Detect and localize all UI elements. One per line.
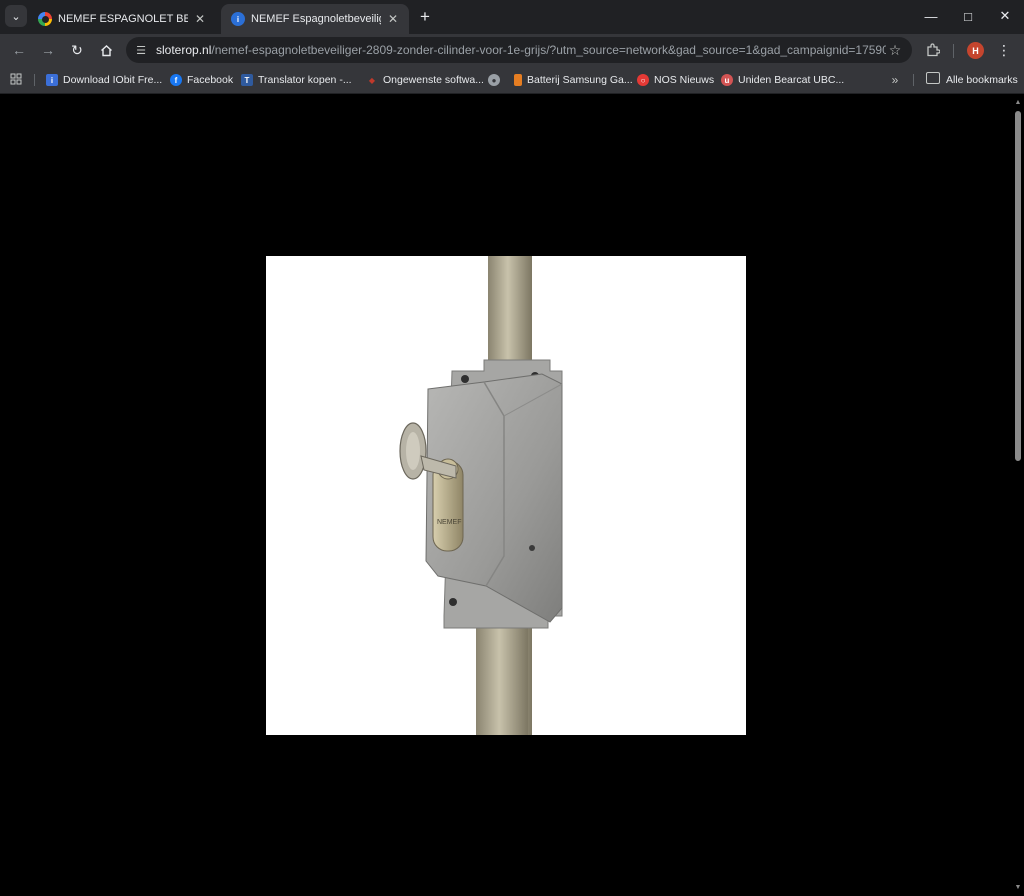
maximize-button[interactable]: □ bbox=[949, 0, 987, 32]
screw-hole bbox=[529, 545, 535, 551]
warning-icon: ◆ bbox=[368, 75, 376, 85]
site-icon: i bbox=[231, 12, 245, 26]
url-path: /nemef-espagnoletbeveiliger-2809-zonder-… bbox=[211, 43, 886, 57]
tab-title: NEMEF Espagnoletbeveiliger 1E bbox=[251, 13, 381, 25]
close-icon[interactable]: ✕ bbox=[385, 11, 401, 27]
folder-icon bbox=[926, 72, 940, 84]
uniden-icon: u bbox=[721, 74, 733, 86]
page-content: NEMEF bbox=[0, 95, 1012, 896]
toolbar-divider bbox=[953, 44, 954, 58]
bookmark-nos[interactable]: ○ NOS Nieuws bbox=[637, 70, 714, 90]
address-bar[interactable]: ☰ sloterop.nl/nemef-espagnoletbeveiliger… bbox=[126, 37, 912, 63]
tab-google-search[interactable]: NEMEF ESPAGNOLET BEVEILIGER ✕ bbox=[28, 4, 216, 34]
bookmark-label: Ongewenste softwa... bbox=[383, 74, 484, 86]
scroll-thumb[interactable] bbox=[1015, 111, 1021, 461]
bookmarks-divider bbox=[34, 74, 35, 86]
nos-icon: ○ bbox=[637, 74, 649, 86]
bookmark-label: NOS Nieuws bbox=[654, 74, 715, 86]
scrollbar[interactable]: ▲ ▼ bbox=[1012, 95, 1024, 896]
more-bookmarks-chevron-icon[interactable]: » bbox=[888, 72, 902, 88]
home-icon bbox=[100, 44, 112, 56]
scroll-up-icon[interactable]: ▲ bbox=[1014, 98, 1022, 106]
puzzle-icon bbox=[927, 43, 940, 57]
close-icon[interactable]: ✕ bbox=[192, 11, 208, 27]
screw-hole bbox=[449, 598, 457, 606]
globe-icon: ● bbox=[488, 74, 500, 86]
bookmark-ongewenste[interactable]: ◆ Ongewenste softwa... bbox=[366, 70, 484, 90]
new-tab-button[interactable]: + bbox=[414, 7, 436, 27]
espagnolet-lock-illustration: NEMEF bbox=[399, 256, 563, 735]
url-host: sloterop.nl bbox=[156, 43, 212, 57]
reload-icon: ↻ bbox=[71, 41, 83, 58]
reload-button[interactable]: ↻ bbox=[65, 38, 89, 62]
bookmark-uniden[interactable]: u Uniden Bearcat UBC... bbox=[721, 70, 844, 90]
iobit-icon: i bbox=[46, 74, 58, 86]
product-image[interactable]: NEMEF bbox=[266, 256, 746, 735]
menu-kebab-icon[interactable]: ⋮ bbox=[996, 40, 1012, 60]
bookmark-translator[interactable]: T Translator kopen -... bbox=[241, 70, 352, 90]
extensions-button[interactable] bbox=[924, 41, 942, 59]
bookmark-label: Facebook bbox=[187, 74, 234, 86]
site-info-icon[interactable]: ☰ bbox=[132, 44, 150, 57]
bookmarks-bar: i Download IObit Fre... f Facebook T Tra… bbox=[0, 66, 1024, 94]
window-close-button[interactable]: ✕ bbox=[986, 0, 1024, 32]
tab-strip: ⌄ NEMEF ESPAGNOLET BEVEILIGER ✕ i NEMEF … bbox=[0, 0, 1024, 34]
home-button[interactable] bbox=[94, 38, 118, 62]
bookmark-label: Translator kopen -... bbox=[258, 74, 352, 86]
bookmark-star-icon[interactable]: ☆ bbox=[886, 42, 904, 59]
minimize-button[interactable]: — bbox=[912, 0, 950, 32]
translator-icon: T bbox=[241, 74, 253, 86]
tab-search-button[interactable]: ⌄ bbox=[5, 5, 27, 27]
scroll-down-icon[interactable]: ▼ bbox=[1014, 883, 1022, 891]
screw-hole bbox=[461, 375, 469, 383]
profile-avatar[interactable]: H bbox=[967, 42, 984, 59]
url-text[interactable]: sloterop.nl/nemef-espagnoletbeveiliger-2… bbox=[156, 43, 886, 57]
google-icon bbox=[38, 12, 52, 26]
chevron-down-icon: ⌄ bbox=[11, 10, 21, 23]
bookmark-label: Uniden Bearcat UBC... bbox=[738, 74, 845, 86]
tab-product-page[interactable]: i NEMEF Espagnoletbeveiliger 1E ✕ bbox=[221, 4, 409, 34]
cylinder-engraving: NEMEF bbox=[437, 519, 462, 526]
toolbar: ← → ↻ ☰ sloterop.nl/nemef-espagnoletbeve… bbox=[0, 34, 1024, 66]
bookmark-facebook[interactable]: f Facebook bbox=[170, 70, 233, 90]
forward-button[interactable]: → bbox=[36, 38, 60, 62]
bookmark-label: Batterij Samsung Ga... bbox=[527, 74, 633, 86]
back-button[interactable]: ← bbox=[7, 38, 31, 62]
bookmark-iobit[interactable]: i Download IObit Fre... bbox=[46, 70, 162, 90]
battery-icon bbox=[514, 74, 522, 86]
tab-title: NEMEF ESPAGNOLET BEVEILIGER bbox=[58, 13, 188, 25]
bookmark-label: Download IObit Fre... bbox=[63, 74, 163, 86]
browser-window: ⌄ NEMEF ESPAGNOLET BEVEILIGER ✕ i NEMEF … bbox=[0, 0, 1024, 896]
all-bookmarks-button[interactable]: Alle bookmarks bbox=[946, 70, 1018, 90]
apps-grid-icon[interactable] bbox=[9, 72, 23, 86]
bookmark-globe[interactable]: ● bbox=[488, 70, 505, 90]
forward-arrow-icon: → bbox=[41, 42, 55, 58]
facebook-icon: f bbox=[170, 74, 182, 86]
bookmark-batterij[interactable]: Batterij Samsung Ga... bbox=[514, 70, 633, 90]
bookmarks-divider bbox=[913, 74, 914, 86]
back-arrow-icon: ← bbox=[12, 42, 26, 58]
